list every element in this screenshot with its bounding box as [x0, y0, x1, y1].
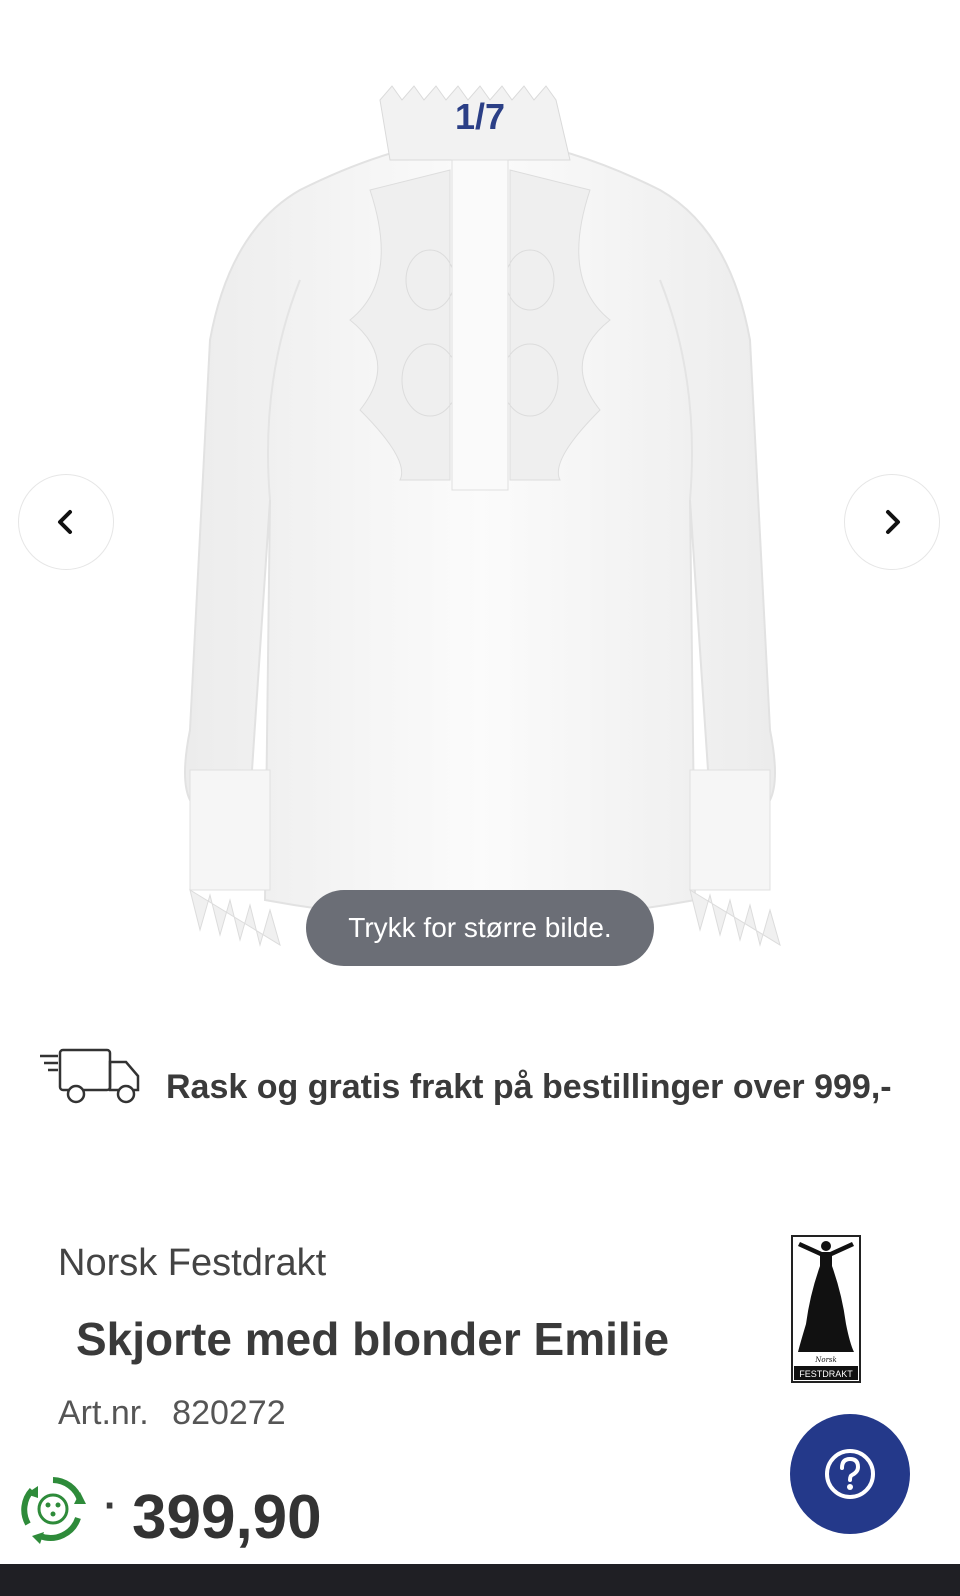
article-number: Art.nr. 820272: [58, 1394, 286, 1433]
logo-text: FESTDRAKT: [799, 1369, 853, 1379]
chevron-left-icon: [58, 510, 72, 534]
next-image-button[interactable]: [844, 474, 940, 570]
question-icon: [825, 1449, 875, 1499]
previous-image-button[interactable]: [18, 474, 114, 570]
brand-logo[interactable]: Norsk FESTDRAKT: [790, 1234, 862, 1384]
price-separator: ·: [104, 1484, 118, 1528]
bottom-bar: [0, 1564, 960, 1596]
product-title: Skjorte med blonder Emilie: [76, 1313, 670, 1365]
eco-recycle-icon: [21, 1477, 86, 1544]
image-counter: 1/7: [454, 96, 506, 137]
product-brand[interactable]: Norsk Festdrakt: [58, 1242, 326, 1285]
logo-script-text: Norsk: [814, 1356, 837, 1364]
product-image[interactable]: [150, 80, 810, 960]
delivery-truck-icon: [40, 1048, 140, 1104]
shipping-text: Rask og gratis frakt på bestillinger ove…: [166, 1068, 892, 1106]
chevron-right-icon: [886, 510, 900, 534]
shipping-banner: Rask og gratis frakt på bestillinger ove…: [38, 1046, 938, 1116]
article-number-value: 820272: [172, 1394, 286, 1432]
article-number-label: Art.nr.: [58, 1394, 149, 1432]
help-button[interactable]: [790, 1414, 910, 1534]
zoom-hint-badge[interactable]: Trykk for større bilde.: [306, 890, 654, 966]
product-price: 399,90: [132, 1483, 322, 1552]
product-gallery[interactable]: 1/7 Trykk for større bilde.: [0, 0, 960, 990]
